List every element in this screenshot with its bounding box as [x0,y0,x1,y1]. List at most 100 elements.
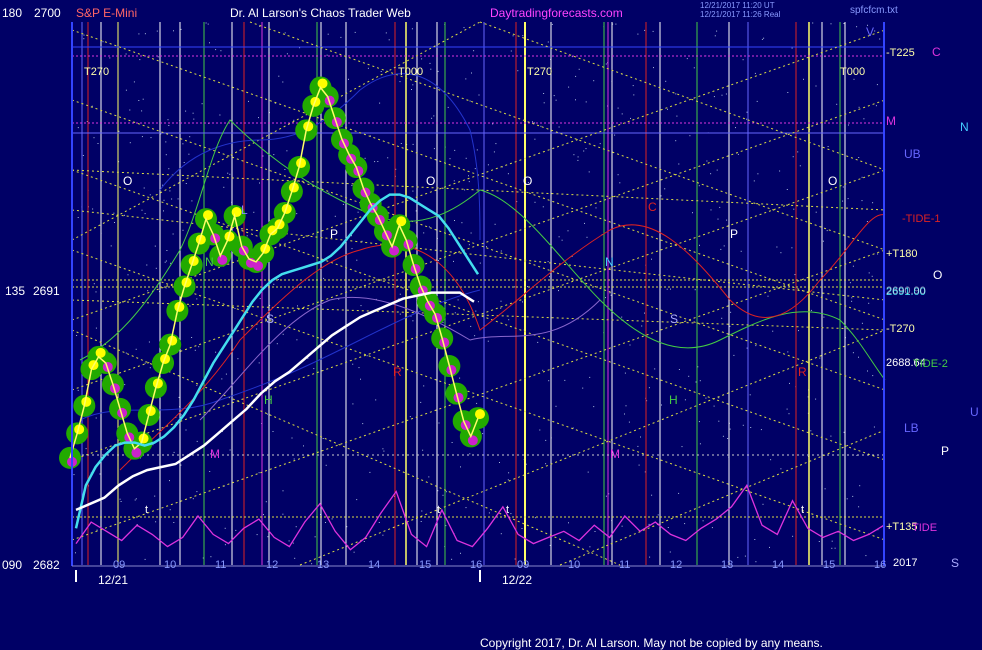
star-dot [453,260,454,262]
star-dot [473,50,475,52]
star-dot [823,316,825,318]
star-dot [842,186,844,188]
star-dot [553,95,555,97]
star-dot [352,363,354,365]
star-dot [799,165,801,167]
label-t000-left: T000 [398,66,423,78]
star-dot [624,372,626,374]
star-dot [155,521,157,523]
star-dot [510,513,512,515]
star-dot [495,143,497,145]
star-dot [95,327,97,329]
hour-tick-label: 10 [164,559,176,571]
star-dot [486,246,487,248]
star-dot [836,103,838,105]
star-dot [267,536,269,538]
star-dot [170,262,172,264]
star-dot [534,201,536,203]
label-o-4: O [828,174,837,188]
star-dot [258,362,260,364]
star-dot [313,368,315,370]
label-t270-right: T270 [527,66,552,78]
star-dot [534,122,536,124]
star-dot [73,474,75,476]
star-dot [508,319,510,321]
star-dot [537,341,539,343]
star-dot [851,297,853,299]
star-dot [353,551,355,553]
star-dot [470,325,472,327]
star-dot [95,291,97,293]
star-dot [716,30,718,32]
star-dot [173,451,175,453]
site-link[interactable]: Daytradingforecasts.com [490,6,623,20]
label-tide-t-2: t [437,504,440,516]
price-up-dot [95,347,106,358]
star-dot [653,67,654,69]
star-dot [488,512,490,514]
right-label-m: M [886,114,896,128]
star-dot [133,81,135,83]
star-dot [746,111,748,113]
star-dot [423,385,425,387]
star-dot [421,510,423,512]
star-dot [651,494,653,496]
price-down-dot [253,260,264,271]
star-dot [474,168,476,170]
star-dot [95,417,97,419]
star-dot [476,149,478,151]
star-dot [442,494,444,496]
star-dot [475,310,477,312]
star-dot [474,335,476,337]
star-dot [139,59,141,61]
star-dot [163,210,164,212]
star-dot [189,136,191,138]
star-dot [110,245,112,247]
right-label-t225: -T225 [886,47,915,59]
star-dot [334,215,336,217]
star-dot [77,389,79,391]
star-dot [669,551,671,553]
star-dot [573,154,575,156]
star-dot [676,115,678,117]
hour-tick-label: 14 [368,559,380,571]
star-dot [542,206,544,208]
star-dot [314,536,316,538]
star-dot [114,222,115,223]
star-dot [517,70,519,72]
star-dot [166,250,168,251]
star-dot [167,119,169,121]
star-dot [191,337,193,338]
star-dot [694,289,696,291]
star-dot [842,200,844,202]
star-dot [534,517,536,519]
star-dot [183,162,185,163]
hour-tick-label: 09 [517,559,529,571]
star-dot [342,203,344,205]
star-dot [582,387,584,389]
star-dot [229,173,231,175]
star-dot [852,265,854,267]
label-r-1: R [393,365,402,379]
star-dot [91,105,93,107]
star-dot [545,439,547,441]
star-dot [510,50,512,52]
star-dot [868,302,870,304]
star-dot [382,534,384,536]
star-dot [879,38,881,40]
star-dot [681,446,683,448]
star-dot [93,137,95,139]
star-dot [422,449,424,451]
star-dot [492,123,494,125]
star-dot [729,325,731,327]
star-dot [293,119,295,121]
star-dot [382,448,384,450]
star-dot [561,239,563,241]
star-dot [457,299,459,301]
star-dot [470,232,472,234]
star-dot [227,172,229,174]
star-dot [221,378,223,380]
star-dot [789,382,790,384]
star-dot [357,211,359,213]
star-dot [125,53,127,55]
